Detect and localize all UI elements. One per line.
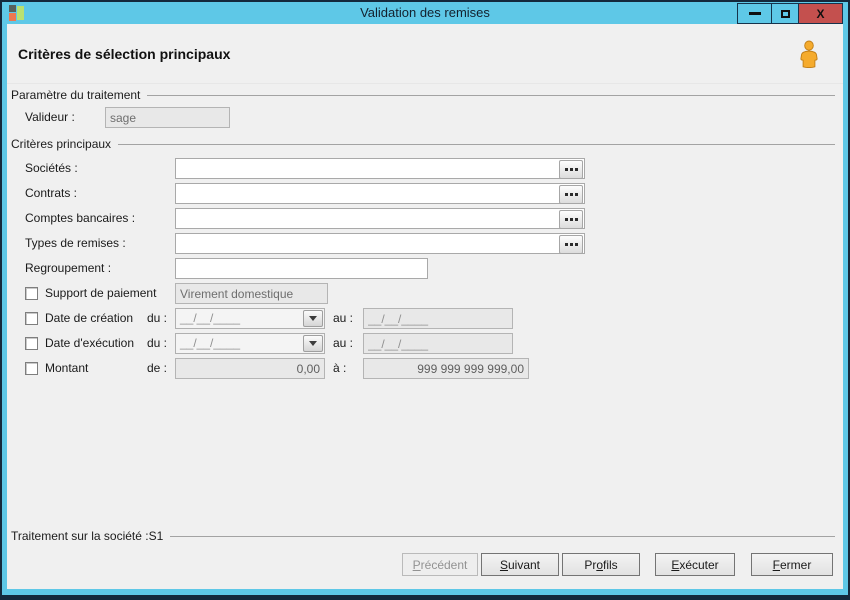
date-creation-from-value: __/__/____ <box>180 311 241 325</box>
ellipsis-icon <box>564 168 568 171</box>
comptes-bancaires-row <box>175 208 585 229</box>
montant-from-label: de : <box>147 361 168 375</box>
ellipsis-icon <box>564 218 568 221</box>
societes-row <box>175 158 585 179</box>
page-title: Critères de sélection principaux <box>18 45 231 62</box>
status-line: Traitement sur la société :S1 <box>11 529 835 543</box>
window-controls: X <box>737 3 843 24</box>
montant-from-input[interactable] <box>175 358 325 379</box>
regroupement-input[interactable] <box>175 258 428 279</box>
ellipsis-icon <box>564 243 568 246</box>
types-remises-label: Types de remises : <box>25 236 126 250</box>
date-creation-label: Date de création <box>45 311 134 325</box>
support-paiement-checkbox[interactable] <box>25 287 38 300</box>
contrats-input[interactable] <box>175 183 585 204</box>
close-icon: X <box>816 6 825 21</box>
montant-label: Montant <box>45 361 89 375</box>
support-paiement-input[interactable] <box>175 283 328 304</box>
contrats-label: Contrats : <box>25 186 78 200</box>
date-execution-from-combo[interactable]: __/__/____ <box>175 333 325 354</box>
fermer-button[interactable]: Fermer <box>751 553 833 576</box>
ellipsis-icon <box>564 193 568 196</box>
maximize-button[interactable] <box>771 3 799 24</box>
group-rule <box>118 143 835 145</box>
contrats-row <box>175 183 585 204</box>
dialog-content: Critères de sélection principaux Paramèt… <box>7 24 843 589</box>
user-icon <box>800 40 818 68</box>
date-creation-to-input[interactable] <box>363 308 513 329</box>
societes-lookup-button[interactable] <box>559 160 583 179</box>
date-execution-from-label: du : <box>147 336 168 350</box>
types-remises-lookup-button[interactable] <box>559 235 583 254</box>
group-rule <box>147 94 835 96</box>
button-row: Précédent Suivant Profils Exécuter Ferme… <box>7 553 843 576</box>
regroupement-label: Regroupement : <box>25 261 112 275</box>
window-title: Validation des remises <box>360 5 490 20</box>
criteria-group-label: Critères principaux <box>11 137 112 151</box>
date-execution-to-input[interactable] <box>363 333 513 354</box>
date-creation-from-label: du : <box>147 311 168 325</box>
comptes-bancaires-input[interactable] <box>175 208 585 229</box>
date-creation-from-combo[interactable]: __/__/____ <box>175 308 325 329</box>
valideur-input[interactable] <box>105 107 230 128</box>
treatment-group-header: Paramètre du traitement <box>11 88 835 102</box>
precedent-button[interactable]: Précédent <box>402 553 478 576</box>
chevron-down-icon <box>309 341 317 346</box>
status-text: Traitement sur la société :S1 <box>11 529 164 543</box>
profils-button[interactable]: Profils <box>562 553 640 576</box>
societes-input[interactable] <box>175 158 585 179</box>
date-creation-checkbox[interactable] <box>25 312 38 325</box>
maximize-icon <box>780 9 790 18</box>
contrats-lookup-button[interactable] <box>559 185 583 204</box>
date-execution-label: Date d'exécution <box>45 336 135 350</box>
types-remises-row <box>175 233 585 254</box>
criteria-group-header: Critères principaux <box>11 137 835 151</box>
montant-to-input[interactable] <box>363 358 529 379</box>
treatment-group-label: Paramètre du traitement <box>11 88 141 102</box>
date-execution-checkbox[interactable] <box>25 337 38 350</box>
suivant-button[interactable]: Suivant <box>481 553 559 576</box>
date-execution-from-value: __/__/____ <box>180 336 241 350</box>
montant-to-label: à : <box>333 361 347 375</box>
page-header: Critères de sélection principaux <box>7 24 843 84</box>
date-execution-to-label: au : <box>333 336 354 350</box>
minimize-button[interactable] <box>737 3 772 24</box>
montant-checkbox[interactable] <box>25 362 38 375</box>
combo-dropdown-button[interactable] <box>303 310 323 327</box>
valideur-label: Valideur : <box>25 110 75 124</box>
types-remises-input[interactable] <box>175 233 585 254</box>
status-rule <box>170 535 835 537</box>
chevron-down-icon <box>309 316 317 321</box>
societes-label: Sociétés : <box>25 161 78 175</box>
support-paiement-label: Support de paiement <box>45 286 157 300</box>
date-creation-to-label: au : <box>333 311 354 325</box>
minimize-icon <box>748 12 761 15</box>
executer-button[interactable]: Exécuter <box>655 553 735 576</box>
comptes-bancaires-label: Comptes bancaires : <box>25 211 136 225</box>
dialog-window: Validation des remises X Critères de sél… <box>2 2 848 595</box>
combo-dropdown-button[interactable] <box>303 335 323 352</box>
close-button[interactable]: X <box>798 3 843 24</box>
titlebar[interactable]: Validation des remises X <box>2 2 848 24</box>
comptes-bancaires-lookup-button[interactable] <box>559 210 583 229</box>
